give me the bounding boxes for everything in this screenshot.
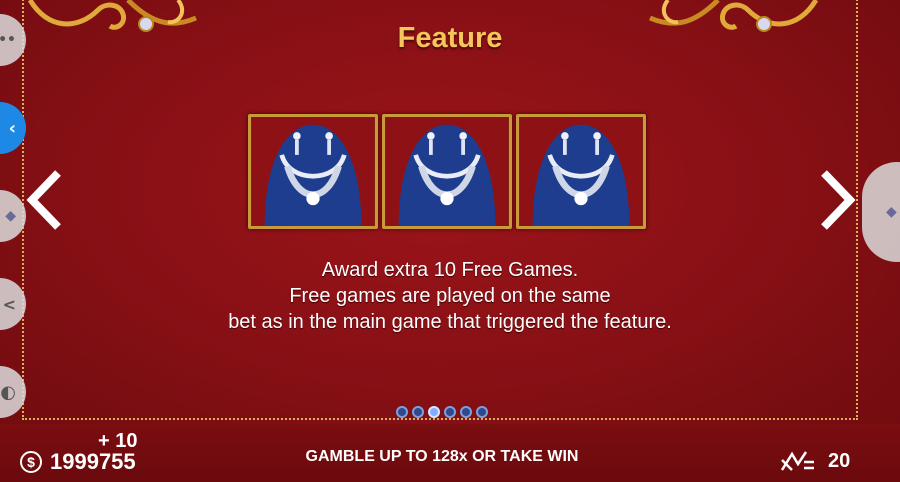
- feature-description: Award extra 10 Free Games. Free games ar…: [0, 257, 900, 335]
- necklace-icon: [385, 117, 509, 226]
- necklace-symbol: [516, 114, 646, 229]
- gamble-message: GAMBLE UP TO 128x OR TAKE WIN: [305, 448, 579, 465]
- necklace-symbol: [248, 114, 378, 229]
- page-indicator: [396, 406, 492, 420]
- lines-count: 20: [828, 450, 851, 472]
- page-dot[interactable]: [396, 406, 408, 418]
- menu-dots-icon: ••: [0, 32, 16, 48]
- necklace-icon: [251, 117, 375, 226]
- share-icon: <: [2, 294, 16, 314]
- gem-icon: ◆: [5, 208, 16, 224]
- necklace-icon: [519, 117, 643, 226]
- page-dot[interactable]: [460, 406, 472, 418]
- necklace-symbol: [382, 114, 512, 229]
- spin-side-button[interactable]: ◆: [862, 162, 900, 262]
- previous-page-arrow-icon[interactable]: [22, 165, 72, 235]
- page-dot[interactable]: [476, 406, 488, 418]
- paylines-icon: [780, 451, 814, 471]
- page-dot[interactable]: [444, 406, 456, 418]
- page-dot[interactable]: [412, 406, 424, 418]
- page-dot-active[interactable]: [428, 406, 440, 418]
- next-page-arrow-icon[interactable]: [812, 165, 862, 235]
- gem-icon: ◆: [886, 204, 897, 220]
- description-line: Award extra 10 Free Games.: [321, 259, 579, 281]
- back-chevron-icon: ‹: [8, 117, 16, 139]
- game-screen: Feature Award extra 10 Free Games. Free …: [0, 0, 900, 482]
- description-line: Free games are played on the same: [289, 285, 611, 307]
- power-icon: ◐: [0, 381, 16, 403]
- description-line: bet as in the main game that triggered t…: [228, 311, 672, 333]
- page-title: Feature: [397, 22, 503, 54]
